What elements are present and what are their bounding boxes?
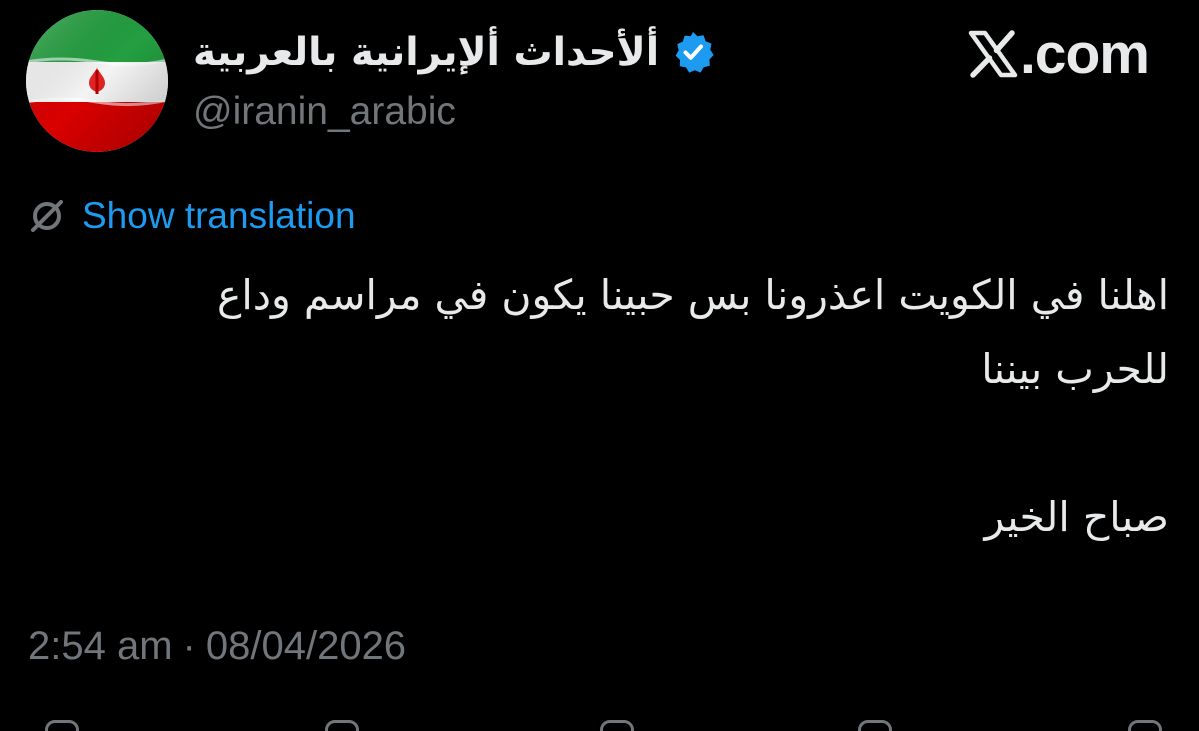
x-com-logo: .com (968, 22, 1150, 86)
bookmark-icon[interactable] (858, 720, 892, 731)
display-name[interactable]: ألأحداث ألإيرانية بالعربية (193, 30, 659, 75)
tweet-text: اهلنا في الكويت اعذرونا بس حبينا يكون في… (29, 258, 1169, 554)
tweet-screenshot: ألأحداث ألإيرانية بالعربية @iranin_arabi… (0, 0, 1199, 731)
tweet-line: اهلنا في الكويت اعذرونا بس حبينا يكون في… (216, 271, 1169, 319)
iran-flag-icon (26, 10, 168, 152)
show-translation-button[interactable]: Show translation (28, 192, 356, 240)
repost-icon[interactable] (325, 720, 359, 731)
x-logo-icon (968, 30, 1018, 78)
tweet-line: صباح الخير (984, 493, 1169, 541)
reply-icon[interactable] (45, 720, 79, 731)
tweet-time[interactable]: 2:54 am (28, 624, 173, 668)
display-name-row[interactable]: ألأحداث ألإيرانية بالعربية (193, 24, 715, 80)
verified-badge-icon (675, 32, 714, 73)
site-domain-label: .com (1019, 22, 1150, 86)
tweet-date[interactable]: 08/04/2026 (206, 624, 406, 668)
globe-slash-icon (31, 200, 63, 232)
like-icon[interactable] (600, 720, 634, 731)
tweet-line: للحرب بيننا (981, 345, 1169, 393)
user-handle[interactable]: @iranin_arabic (193, 90, 456, 134)
tweet-action-bar (0, 718, 1199, 731)
share-icon[interactable] (1128, 720, 1162, 731)
avatar[interactable] (26, 10, 168, 152)
show-translation-label[interactable]: Show translation (82, 195, 356, 237)
timestamp-separator: · (182, 624, 196, 668)
tweet-timestamp[interactable]: 2:54 am · 08/04/2026 (28, 624, 406, 669)
